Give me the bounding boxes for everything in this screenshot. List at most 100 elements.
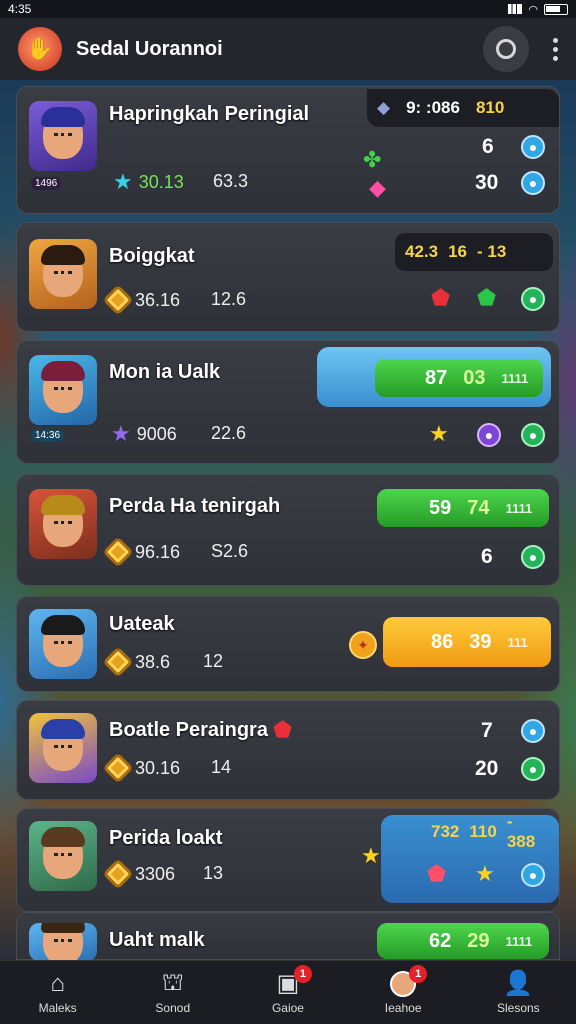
avatar (29, 923, 97, 961)
star-icon: ★ (429, 421, 449, 446)
signal-icon (508, 4, 523, 14)
stat-primary: 30.16 (102, 752, 180, 784)
clover-icon: ✤ (363, 147, 382, 172)
score-pill[interactable]: 59 74 1111 (377, 489, 549, 527)
stat-primary: 3306 (102, 858, 175, 890)
reward-count: 6 (481, 545, 493, 568)
app-logo-icon[interactable]: ✋ (18, 27, 62, 71)
ruby-icon: ⬟ (431, 285, 451, 310)
record-icon (496, 39, 516, 59)
status-time: 4:35 (8, 2, 32, 16)
gem-icon: ⬟ (427, 861, 447, 886)
stat-primary: 36.16 (102, 284, 180, 316)
app-header: ✋ Sedal Uorannoi (0, 18, 576, 80)
player-name: Uaht malk (109, 929, 205, 951)
more-menu-button[interactable] (553, 37, 558, 61)
player-name: Perda Ha tenirgah (109, 495, 281, 517)
list-item[interactable]: Uaht malk 62 29 1111 (16, 912, 560, 961)
stat-secondary: 12.6 (211, 289, 247, 309)
notification-badge: 1 (409, 964, 428, 983)
star-icon: ★ (111, 421, 131, 446)
tab-gift[interactable]: ▣ 1 Gaioe (238, 964, 338, 1015)
coin-icon (102, 858, 134, 890)
score-pill: 732 110 - 388 (431, 812, 536, 851)
reward-count: 6 (482, 135, 494, 158)
player-name: Hapringkah Peringial (109, 103, 310, 125)
avatar (29, 609, 97, 679)
emerald-icon: ⬟ (477, 285, 497, 310)
gem-icon: ◆ (369, 175, 386, 200)
reward-icon: ● (521, 757, 545, 781)
list-item[interactable]: Perida loakt 3306 13 732 110 - 388 ★ ⬟ ★… (16, 808, 560, 912)
stat-primary: 96.16 (102, 536, 180, 568)
list-item[interactable]: Boiggkat 36.16 12.6 42.3 16 - 13 ⬟ ⬟ ● (16, 222, 560, 332)
list-item[interactable]: 1496 Hapringkah Peringial ★ 30.13 63.3 ◆ … (16, 86, 560, 214)
star-icon: ★ (475, 861, 495, 886)
reward-icon: ● (521, 171, 545, 195)
stat-secondary: 22.6 (211, 423, 247, 443)
score-pill[interactable]: 87 03 1111 (375, 359, 543, 397)
wifi-icon: ◠ (528, 3, 538, 16)
reward-icon: ● (477, 423, 501, 447)
score-pill[interactable]: 62 29 1111 (377, 923, 549, 959)
tab-person[interactable]: 👤 Slesons (468, 970, 568, 1015)
settings-button[interactable] (483, 26, 529, 72)
boost-icon[interactable]: ✦ (349, 631, 377, 659)
player-name: Boatle Peraingra (109, 719, 268, 741)
page-title: Sedal Uorannoi (76, 37, 223, 60)
notification-badge: 1 (293, 964, 312, 983)
player-name: Perida loakt (109, 827, 223, 849)
player-name: Uateak (109, 613, 175, 635)
player-name: Boiggkat (109, 245, 195, 267)
coin-icon (102, 284, 134, 316)
shop-icon: ⛫ (161, 968, 184, 996)
tab-home[interactable]: ⌂ Maleks (8, 969, 108, 1015)
reward-count: 7 (481, 719, 493, 742)
list-item[interactable]: 14:36 Mon ia Ualk ★ 9006 22.6 87 03 1111 … (16, 340, 560, 464)
avatar (29, 355, 97, 425)
reward-icon: ● (521, 135, 545, 159)
battery-icon (544, 3, 568, 15)
bottom-tab-bar: ⌂ Maleks ⛫ Sonod ▣ 1 Gaioe 1 Ieahoe 👤 Sl… (0, 960, 576, 1024)
reward-icon: ● (521, 423, 545, 447)
reward-icon: ● (521, 545, 545, 569)
stat-secondary: 12 (203, 651, 224, 671)
stat-primary: ★ 30.13 (113, 169, 184, 194)
list-item[interactable]: Perda Ha tenirgah 96.16 S2.6 59 74 1111 … (16, 474, 560, 586)
stat-primary: 38.6 (102, 646, 170, 678)
stat-primary: ★ 9006 (111, 421, 177, 446)
list-item[interactable]: Boatle Peraingra ⬟ 30.16 14 7 ● 20 ● (16, 700, 560, 800)
tab-profile[interactable]: 1 Ieahoe (353, 964, 453, 1015)
avatar (29, 821, 97, 891)
status-bar: 4:35 ◠ (0, 0, 576, 18)
avatar (29, 713, 97, 783)
score-pill: 42.3 16 - 13 (395, 233, 553, 271)
player-name: Mon ia Ualk (109, 361, 221, 383)
score-pill[interactable]: 86 39 111 (383, 617, 551, 667)
star-icon: ★ (361, 843, 381, 868)
stat-secondary: 13 (203, 863, 224, 883)
ruby-icon: ⬟ (273, 717, 293, 742)
avatar (29, 101, 97, 171)
coin-icon (102, 646, 134, 678)
home-icon: ⌂ (50, 969, 65, 997)
star-icon: ★ (113, 169, 133, 194)
level-badge: 14:36 (31, 429, 65, 442)
tab-shop[interactable]: ⛫ Sonod (123, 968, 223, 1015)
stat-secondary: 63.3 (213, 171, 249, 191)
reward-icon: ● (521, 863, 545, 887)
avatar (29, 489, 97, 559)
person-icon: 👤 (503, 970, 534, 997)
coin-icon (102, 536, 134, 568)
list-item[interactable]: Uateak 38.6 12 ✦ 86 39 111 (16, 596, 560, 692)
reward-count: 20 (475, 757, 499, 780)
stat-secondary: S2.6 (211, 541, 249, 561)
reward-count: 30 (475, 171, 499, 194)
level-badge: 1496 (31, 177, 62, 190)
reward-icon: ● (521, 719, 545, 743)
avatar (29, 239, 97, 309)
reward-icon: ● (521, 287, 545, 311)
coin-icon (102, 752, 134, 784)
stat-secondary: 14 (211, 757, 232, 777)
cube-icon: ◆ (377, 98, 391, 117)
